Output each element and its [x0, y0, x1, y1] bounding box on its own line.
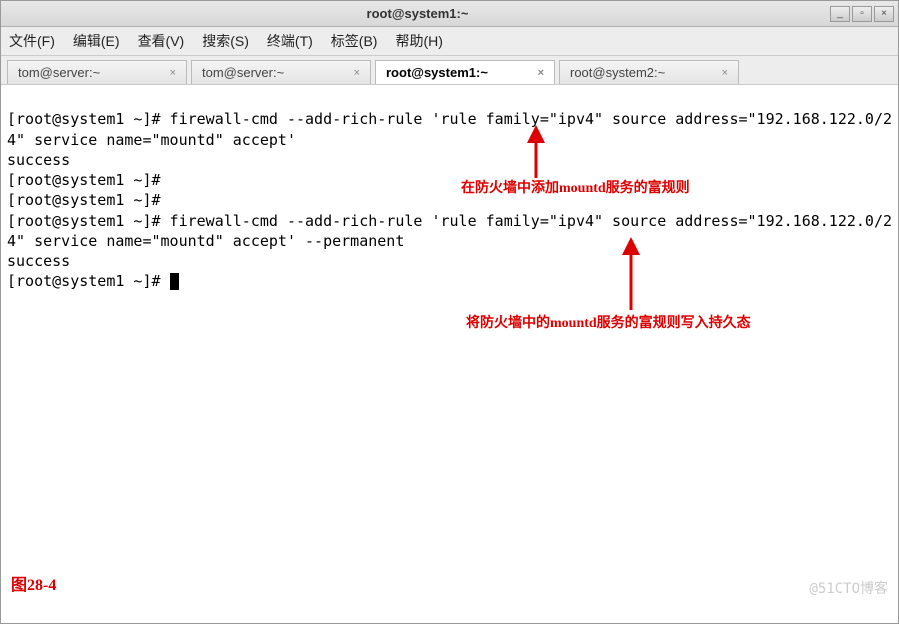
- tab-bar: tom@server:~ × tom@server:~ × root@syste…: [1, 56, 898, 85]
- menu-file[interactable]: 文件(F): [9, 31, 55, 51]
- cursor-icon: [170, 273, 179, 290]
- menu-edit[interactable]: 编辑(E): [73, 31, 120, 51]
- tab-label: root@system1:~: [386, 65, 488, 80]
- tab-label: root@system2:~: [570, 65, 665, 80]
- title-bar: root@system1:~ _ ▫ ×: [1, 1, 898, 27]
- menu-help[interactable]: 帮助(H): [395, 31, 442, 51]
- terminal-line: [root@system1 ~]#: [7, 171, 161, 189]
- terminal-line: [root@system1 ~]# firewall-cmd --add-ric…: [7, 212, 892, 250]
- menu-terminal[interactable]: 终端(T): [267, 31, 313, 51]
- maximize-button[interactable]: ▫: [852, 6, 872, 22]
- window-controls: _ ▫ ×: [830, 6, 894, 22]
- tab-3[interactable]: root@system1:~ ×: [375, 60, 555, 84]
- close-button[interactable]: ×: [874, 6, 894, 22]
- tab-4[interactable]: root@system2:~ ×: [559, 60, 739, 84]
- terminal-line: [root@system1 ~]# firewall-cmd --add-ric…: [7, 110, 892, 148]
- window-title: root@system1:~: [5, 6, 830, 21]
- arrow-icon: [611, 235, 651, 315]
- annotation-1: 在防火墙中添加mountd服务的富规则: [461, 180, 690, 199]
- figure-label: 图28-4: [11, 575, 56, 597]
- terminal-line: success: [7, 151, 70, 169]
- menu-bar: 文件(F) 编辑(E) 查看(V) 搜索(S) 终端(T) 标签(B) 帮助(H…: [1, 27, 898, 56]
- close-icon[interactable]: ×: [538, 67, 544, 79]
- terminal-line: success: [7, 252, 70, 270]
- terminal-line: [root@system1 ~]#: [7, 272, 170, 290]
- tab-label: tom@server:~: [18, 65, 100, 80]
- arrow-icon: [516, 123, 556, 183]
- menu-tabs[interactable]: 标签(B): [331, 31, 378, 51]
- terminal-area[interactable]: [root@system1 ~]# firewall-cmd --add-ric…: [1, 85, 898, 605]
- close-icon[interactable]: ×: [170, 67, 176, 79]
- close-icon[interactable]: ×: [722, 67, 728, 79]
- close-icon[interactable]: ×: [354, 67, 360, 79]
- tab-2[interactable]: tom@server:~ ×: [191, 60, 371, 84]
- terminal-line: [root@system1 ~]#: [7, 191, 161, 209]
- menu-view[interactable]: 查看(V): [138, 31, 185, 51]
- tab-1[interactable]: tom@server:~ ×: [7, 60, 187, 84]
- minimize-button[interactable]: _: [830, 6, 850, 22]
- menu-search[interactable]: 搜索(S): [202, 31, 249, 51]
- watermark: @51CTO博客: [809, 580, 888, 599]
- tab-label: tom@server:~: [202, 65, 284, 80]
- annotation-2: 将防火墙中的mountd服务的富规则写入持久态: [466, 315, 751, 334]
